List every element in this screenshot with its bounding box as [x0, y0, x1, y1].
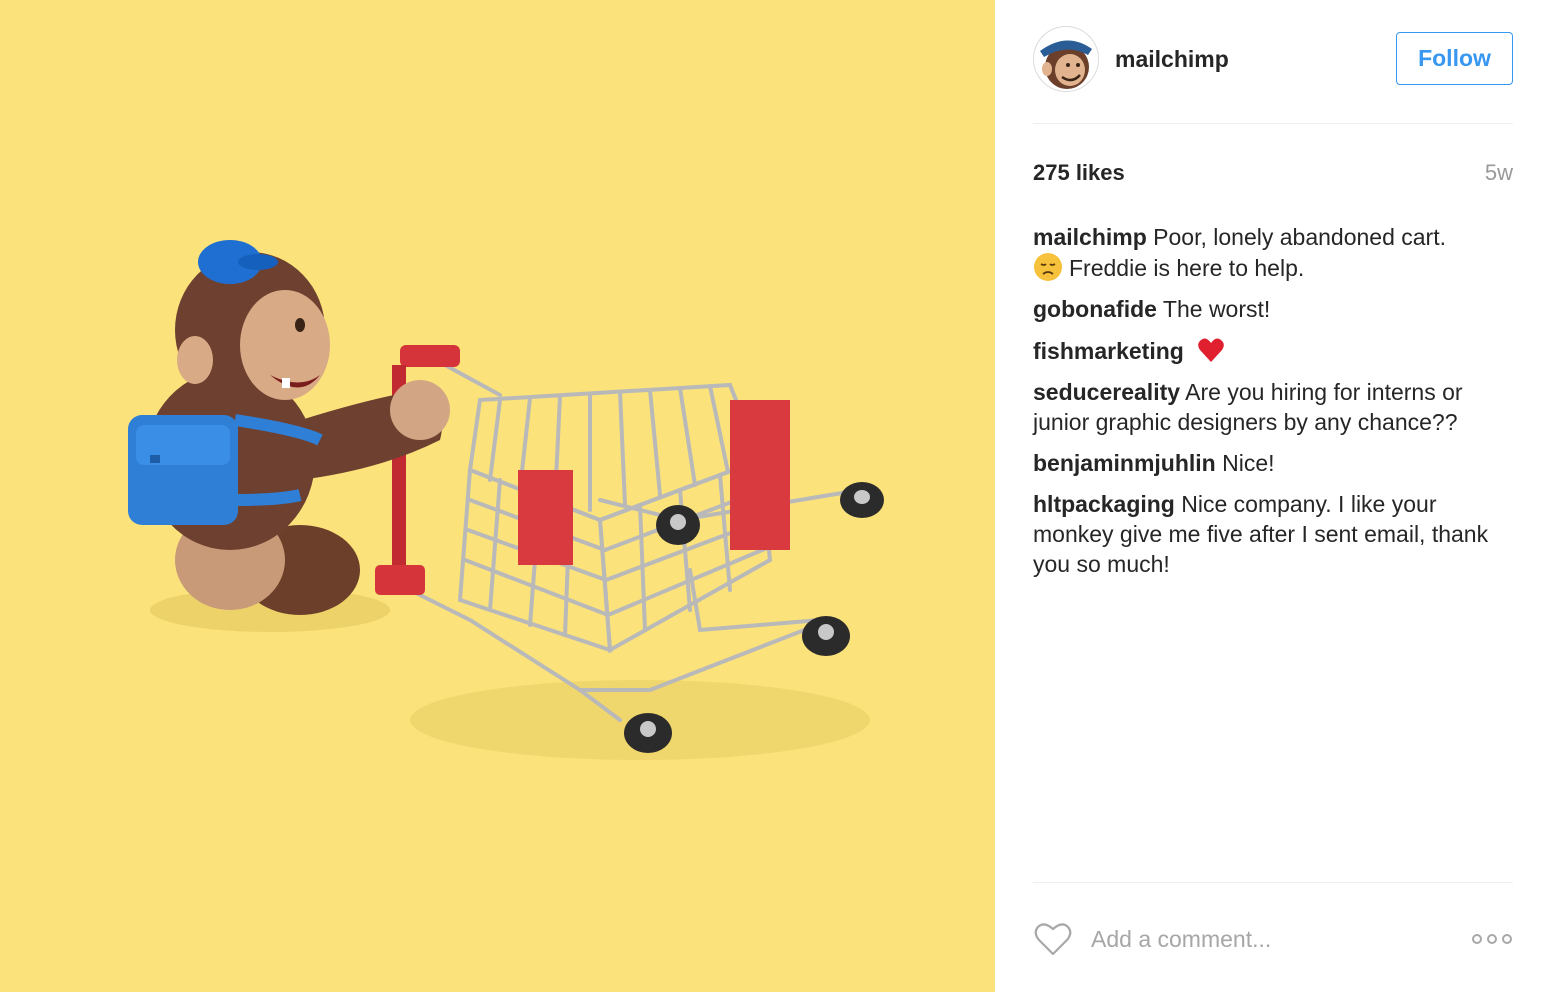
heart-emoji-icon	[1198, 338, 1224, 362]
comment-item: gobonafide The worst!	[1033, 294, 1518, 324]
comment-text: Nice!	[1222, 450, 1275, 476]
comment-item: seducereality Are you hiring for interns…	[1033, 377, 1518, 437]
comment-text: The worst!	[1162, 296, 1271, 322]
disappointed-face-icon	[1034, 253, 1062, 281]
caption: mailchimp Poor, lonely abandoned cart. F…	[1033, 222, 1518, 283]
comment-username[interactable]: seducereality	[1033, 379, 1180, 405]
comment-input[interactable]	[1091, 922, 1451, 956]
comment-username[interactable]: gobonafide	[1033, 296, 1157, 322]
monkey-with-shopping-cart-photo	[128, 240, 884, 760]
freddie-avatar-icon[interactable]	[1033, 26, 1099, 92]
comment-item: fishmarketing	[1033, 335, 1518, 366]
header-divider	[1033, 123, 1513, 124]
follow-button[interactable]: Follow	[1396, 32, 1513, 85]
comment-item: hltpackaging Nice company. I like your m…	[1033, 489, 1518, 579]
comment-username[interactable]: fishmarketing	[1033, 338, 1184, 364]
comment-bar	[1033, 916, 1513, 962]
caption-username[interactable]: mailchimp	[1033, 224, 1147, 250]
comment-username[interactable]: benjaminmjuhlin	[1033, 450, 1216, 476]
caption-text-line2: Freddie is here to help.	[1069, 255, 1305, 281]
post-photo[interactable]	[0, 0, 995, 992]
post-timestamp[interactable]: 5w	[1485, 160, 1513, 186]
comment-list: mailchimp Poor, lonely abandoned cart. F…	[1033, 222, 1518, 590]
post-sidebar: mailchimp Follow 275 likes 5w mailchimp …	[995, 0, 1550, 992]
post-username[interactable]: mailchimp	[1115, 46, 1229, 73]
heart-outline-icon[interactable]	[1033, 920, 1073, 958]
caption-text-line1: Poor, lonely abandoned cart.	[1153, 224, 1446, 250]
like-count[interactable]: 275 likes	[1033, 160, 1125, 186]
footer-divider	[1033, 882, 1513, 883]
more-options-icon[interactable]	[1471, 928, 1513, 950]
comment-item: benjaminmjuhlin Nice!	[1033, 448, 1518, 478]
post-header: mailchimp Follow	[1033, 26, 1513, 92]
comment-username[interactable]: hltpackaging	[1033, 491, 1175, 517]
